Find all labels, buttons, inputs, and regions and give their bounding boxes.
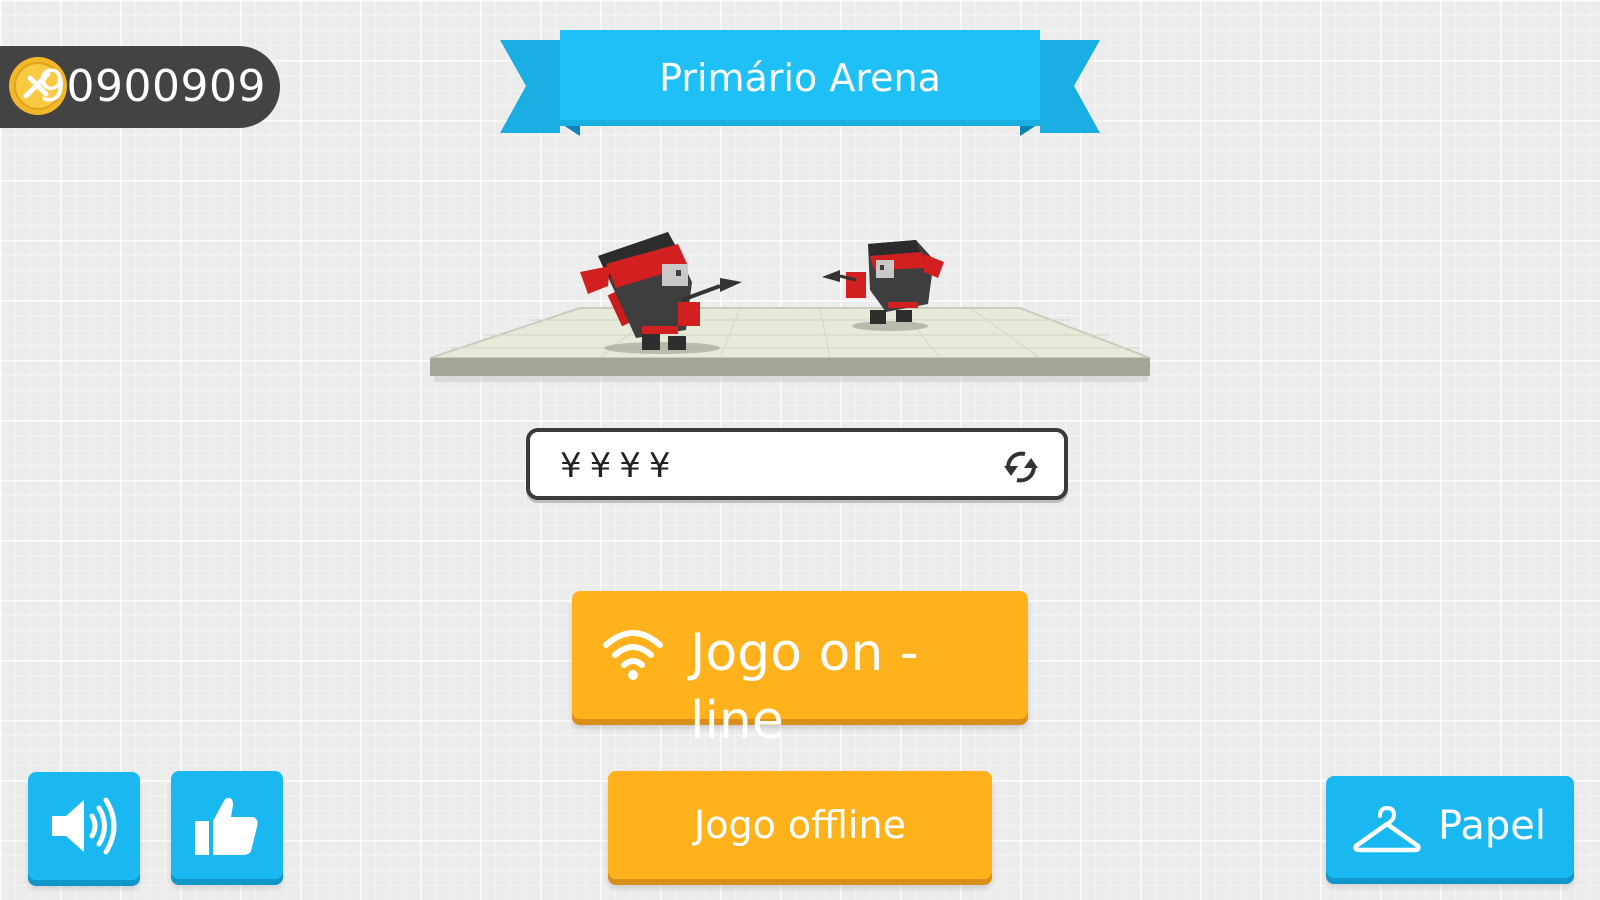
speaker-icon — [52, 797, 117, 855]
online-game-button[interactable]: Jogo on - line — [572, 591, 1028, 751]
role-button-label: Papel — [1438, 803, 1546, 849]
coin-count: 90900909 — [38, 61, 266, 112]
like-button[interactable] — [171, 771, 283, 879]
hanger-icon — [1353, 805, 1421, 853]
player-name-value[interactable]: ¥¥¥¥ — [560, 444, 679, 488]
arena-title: Primário Arena — [659, 56, 941, 100]
offline-game-label: Jogo offline — [694, 803, 906, 847]
arena-scene — [430, 232, 1151, 382]
coin-counter: 90900909 — [0, 46, 280, 128]
sound-button[interactable] — [28, 772, 140, 880]
wifi-icon — [603, 630, 663, 680]
refresh-arrows-icon[interactable] — [1000, 446, 1042, 488]
player-name-field[interactable]: ¥¥¥¥ — [526, 428, 1068, 500]
online-game-label: Jogo on - line — [690, 623, 919, 751]
offline-game-button[interactable]: Jogo offline — [608, 771, 992, 879]
role-button[interactable]: Papel — [1326, 776, 1574, 878]
thumbs-up-icon — [195, 797, 258, 855]
